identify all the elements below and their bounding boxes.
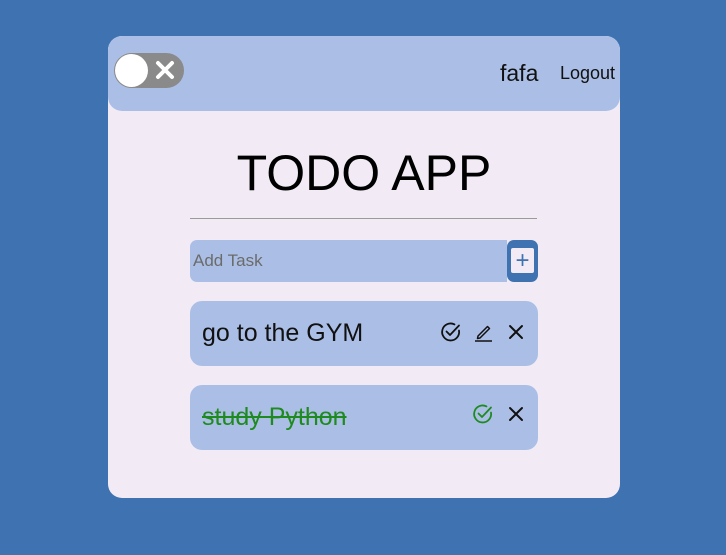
task-label: study Python (202, 403, 347, 431)
close-icon (155, 60, 175, 80)
task-item: go to the GYM (190, 301, 538, 366)
delete-icon[interactable] (505, 321, 527, 343)
add-task-input[interactable] (190, 240, 507, 282)
page-title: TODO APP (236, 145, 492, 201)
task-label: go to the GYM (202, 319, 364, 347)
delete-icon[interactable] (505, 403, 527, 425)
plus-icon: + (511, 248, 534, 273)
complete-icon[interactable] (440, 321, 462, 343)
toggle-knob (115, 54, 148, 87)
complete-icon[interactable] (472, 403, 494, 425)
task-item: study Python (190, 385, 538, 450)
logout-button[interactable]: Logout (560, 63, 615, 84)
edit-icon[interactable] (473, 321, 495, 343)
todo-card: fafa Logout TODO APP + go to the GYM (108, 36, 620, 498)
top-bar: fafa Logout (108, 36, 620, 111)
username: fafa (500, 60, 539, 86)
add-task-button[interactable]: + (507, 240, 538, 282)
divider (190, 218, 537, 219)
theme-toggle[interactable] (114, 53, 184, 88)
